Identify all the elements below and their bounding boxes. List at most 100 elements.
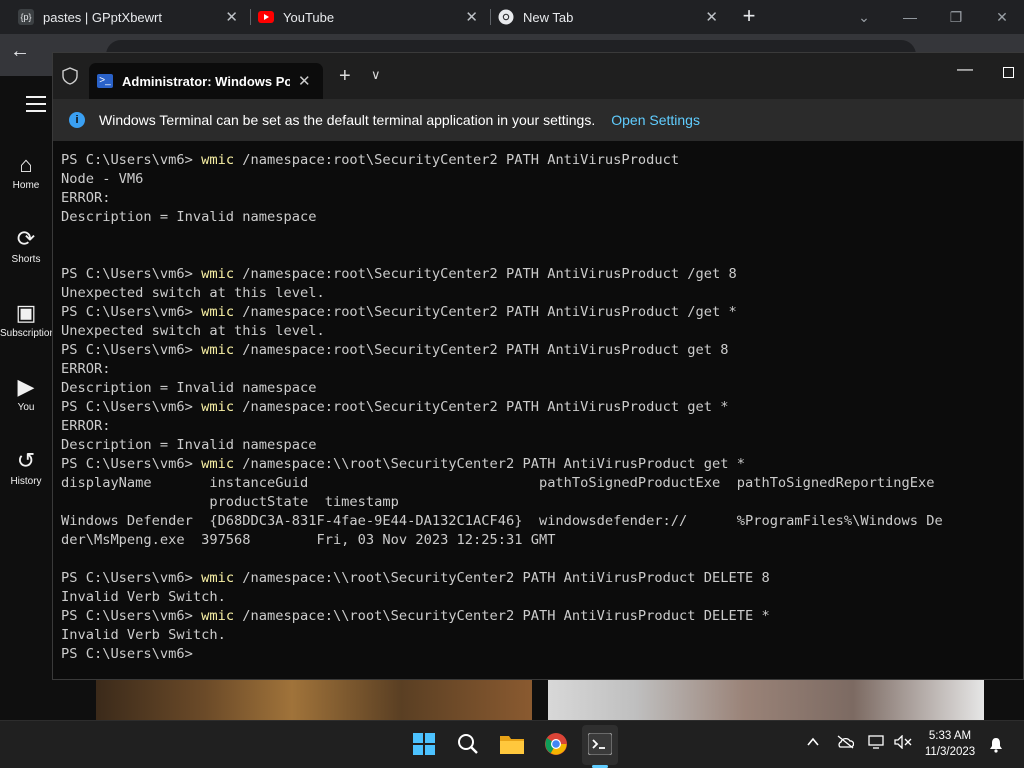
volume-muted-icon[interactable] [894,734,912,752]
chrome-tab-pastes[interactable]: {p} pastes | GPptXbewrt ✕ [0,0,250,34]
command-args: /namespace:\\root\SecurityCenter2 PATH A… [234,608,770,624]
terminal-line: PS C:\Users\vm6> wmic /namespace:root\Se… [61,303,1023,322]
terminal-titlebar: >_ Administrator: Windows PowerShell ✕ +… [53,53,1024,99]
open-settings-link[interactable]: Open Settings [611,112,700,128]
terminal-line: ERROR: [61,190,111,206]
terminal-line: Unexpected switch at this level. [61,285,325,301]
yt-nav-label: You [17,402,35,413]
terminal-line: productState timestamp [61,494,399,510]
command-name: wmic [201,570,235,586]
terminal-line: PS C:\Users\vm6> wmic /namespace:root\Se… [61,398,1023,417]
file-explorer-icon[interactable] [497,729,527,759]
new-tab-plus-icon[interactable]: + [339,65,351,88]
command-args: /namespace:root\SecurityCenter2 PATH Ant… [234,266,737,282]
terminal-line: PS C:\Users\vm6> [61,646,193,662]
chrome-icon[interactable] [541,729,571,759]
close-icon[interactable]: ✕ [225,8,238,26]
chrome-tab-title: pastes | GPptXbewrt [43,9,162,25]
restore-button[interactable]: ❐ [942,4,970,30]
youtube-icon [258,9,274,25]
infobar-message: Windows Terminal can be set as the defau… [99,112,596,128]
subscriptions-icon: ▣ [15,300,37,325]
command-name: wmic [201,456,235,472]
history-icon: ↺ [16,448,36,473]
command-name: wmic [201,342,235,358]
terminal-line: displayName instanceGuid pathToSignedPro… [61,475,935,491]
yt-nav-subscriptions[interactable]: ▣ Subscriptions [0,300,60,339]
command-args: /namespace:root\SecurityCenter2 PATH Ant… [234,399,729,415]
chevron-up-icon[interactable] [806,735,820,752]
terminal-tab-powershell[interactable]: >_ Administrator: Windows PowerShell ✕ [89,63,323,99]
chrome-tab-strip: {p} pastes | GPptXbewrt ✕ YouTube ✕ New … [0,0,1024,34]
command-name: wmic [201,266,235,282]
minimize-button[interactable]: — [896,4,924,30]
terminal-line: Description = Invalid namespace [61,209,317,225]
prompt: PS C:\Users\vm6> [61,608,202,624]
terminal-icon[interactable] [585,729,615,759]
notification-bell-icon[interactable] [988,737,1004,758]
terminal-line: PS C:\Users\vm6> wmic /namespace:root\Se… [61,341,1023,360]
start-icon[interactable] [409,729,439,759]
terminal-line: ERROR: [61,361,111,377]
command-args: /namespace:\\root\SecurityCenter2 PATH A… [234,570,770,586]
windows-terminal-window: >_ Administrator: Windows PowerShell ✕ +… [52,52,1024,680]
home-icon: ⌂ [19,152,33,177]
network-icon[interactable] [868,735,886,752]
command-args: /namespace:\\root\SecurityCenter2 PATH A… [234,456,745,472]
yt-nav-history[interactable]: ↺ History [0,448,52,487]
close-button[interactable]: ✕ [988,4,1016,30]
prompt: PS C:\Users\vm6> [61,399,202,415]
info-icon: i [69,112,85,128]
yt-nav-label: History [10,476,42,487]
terminal-line: Windows Defender {D68DDC3A-831F-4fae-9E4… [61,513,943,529]
you-icon: ▶ [17,374,35,399]
clock-date: 11/3/2023 [924,746,976,758]
prompt: PS C:\Users\vm6> [61,456,202,472]
yt-nav-home[interactable]: ⌂ Home [0,152,52,191]
chrome-tab-title: YouTube [283,9,335,25]
close-icon[interactable]: ✕ [298,72,311,90]
system-clock[interactable]: 5:33 AM 11/3/2023 [918,728,982,760]
search-icon[interactable] [453,729,483,759]
terminal-line: PS C:\Users\vm6> wmic /namespace:\\root\… [61,455,1023,474]
terminal-line: PS C:\Users\vm6> wmic /namespace:\\root\… [61,569,1023,588]
terminal-line: PS C:\Users\vm6> wmic /namespace:\\root\… [61,607,1023,626]
pastes-favicon: {p} [18,9,34,25]
tab-search-chevron-icon[interactable]: ⌄ [850,4,878,30]
back-arrow-icon[interactable]: ← [10,40,30,63]
yt-nav-shorts[interactable]: ⟳ Shorts [0,226,52,265]
chrome-tab-youtube[interactable]: YouTube ✕ [240,0,490,34]
terminal-line: Description = Invalid namespace [61,380,317,396]
terminal-output[interactable]: PS C:\Users\vm6> wmic /namespace:root\Se… [61,151,1023,677]
prompt: PS C:\Users\vm6> [61,570,202,586]
terminal-line: Description = Invalid namespace [61,437,317,453]
default-terminal-infobar: i Windows Terminal can be set as the def… [53,99,1023,141]
command-name: wmic [201,304,235,320]
terminal-line: PS C:\Users\vm6> wmic /namespace:root\Se… [61,265,1023,284]
close-icon[interactable]: ✕ [465,8,478,26]
desktop: { "chrome": { "tabs": [ {"favicon": "{p}… [0,0,1024,768]
shield-icon [61,67,79,85]
chrome-tab-title: New Tab [523,9,574,25]
onedrive-icon[interactable] [836,735,855,752]
clock-time: 5:33 AM [928,730,972,742]
minimize-button[interactable]: — [957,61,973,79]
new-tab-button[interactable]: + [736,4,762,30]
hamburger-menu-icon[interactable] [26,96,46,117]
chrome-tab-new-tab[interactable]: New Tab ✕ [480,0,730,34]
command-name: wmic [201,152,235,168]
chrome-icon [498,9,514,25]
maximize-button[interactable] [1003,67,1014,78]
prompt: PS C:\Users\vm6> [61,342,202,358]
shorts-icon: ⟳ [16,226,36,251]
close-icon[interactable]: ✕ [705,8,718,26]
taskbar: 5:33 AM 11/3/2023 [0,720,1024,768]
terminal-line: Invalid Verb Switch. [61,589,226,605]
dropdown-chevron-icon[interactable]: ∨ [371,67,381,83]
yt-nav-you[interactable]: ▶ You [0,374,52,413]
terminal-line: Invalid Verb Switch. [61,627,226,643]
terminal-line: PS C:\Users\vm6> wmic /namespace:root\Se… [61,151,1023,170]
